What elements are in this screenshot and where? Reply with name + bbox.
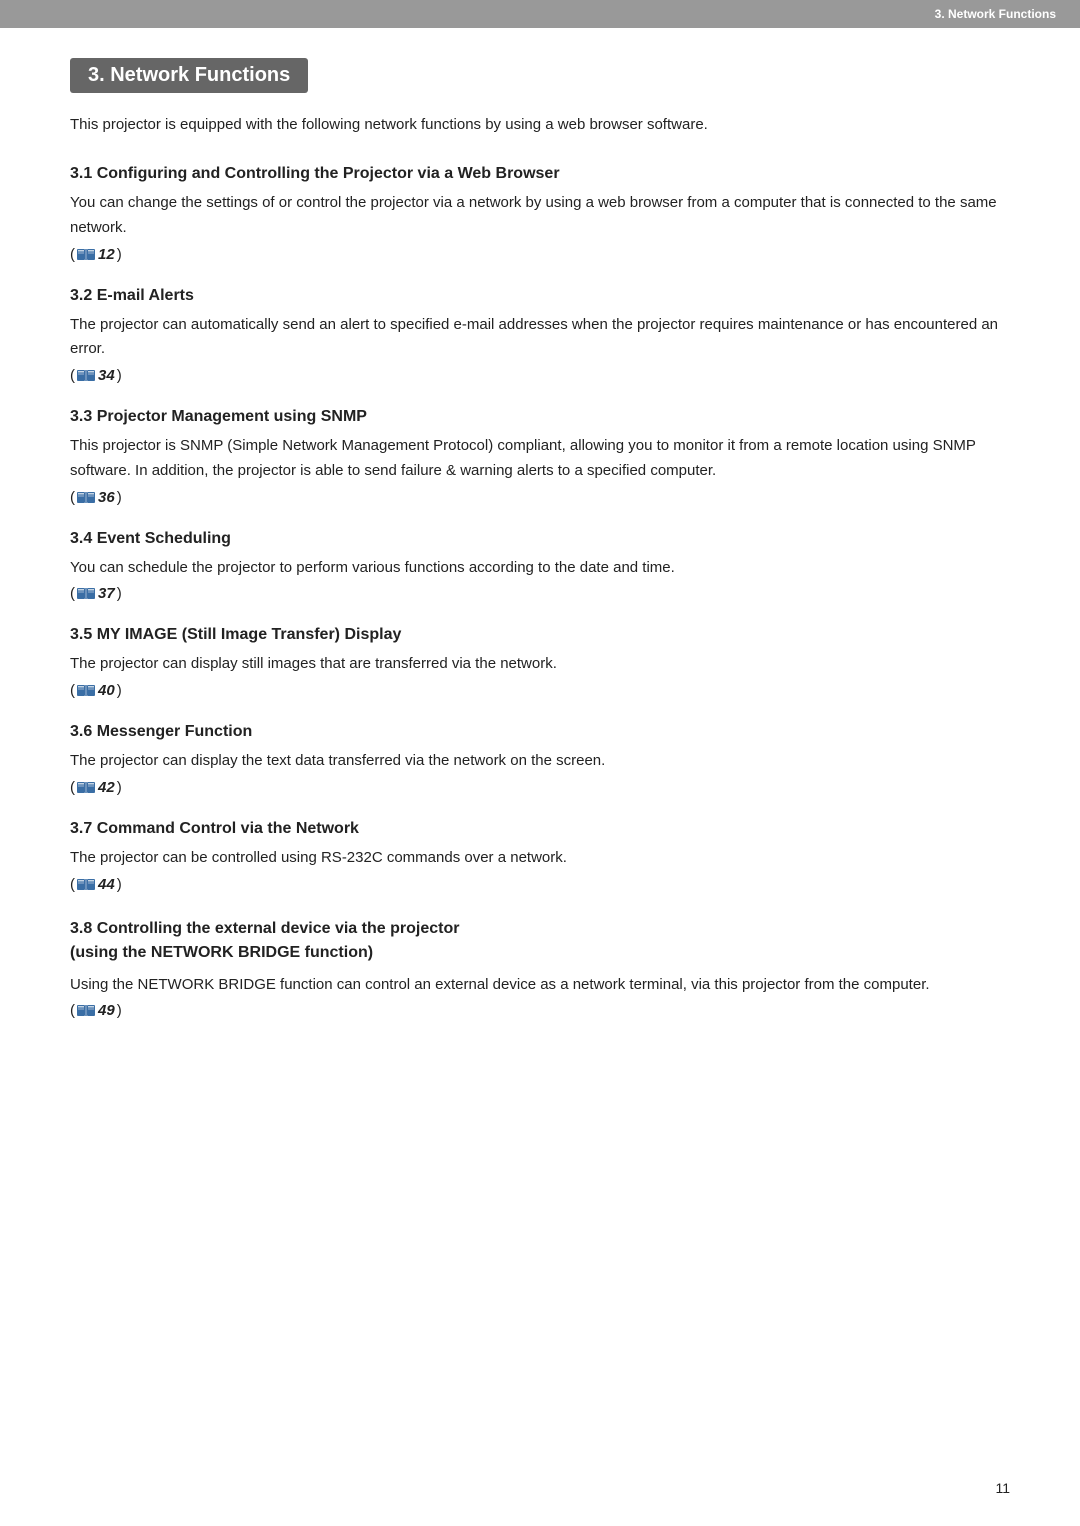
section-3-7-title: 3.7 Command Control via the Network bbox=[70, 820, 1010, 838]
section-3-5-title: 3.5 MY IMAGE (Still Image Transfer) Disp… bbox=[70, 626, 1010, 644]
section-3-5-body: The projector can display still images t… bbox=[70, 652, 1010, 677]
section-3-8-body: Using the NETWORK BRIDGE function can co… bbox=[70, 973, 1010, 998]
book-icon-3-8 bbox=[77, 1004, 95, 1017]
page-number: 11 bbox=[995, 1480, 1010, 1496]
section-3-7-body: The projector can be controlled using RS… bbox=[70, 846, 1010, 871]
book-icon-3-1 bbox=[77, 248, 95, 261]
section-3-2-ref-num: 34 bbox=[98, 367, 115, 384]
header-bar-text: 3. Network Functions bbox=[935, 7, 1056, 21]
section-3-4-body: You can schedule the projector to perfor… bbox=[70, 556, 1010, 581]
section-3-3-body: This projector is SNMP (Simple Network M… bbox=[70, 434, 1010, 484]
section-3-8-ref: ( 49) bbox=[70, 1002, 122, 1019]
book-icon-3-7 bbox=[77, 878, 95, 891]
chapter-title: 3. Network Functions bbox=[88, 64, 290, 86]
section-3-5-ref: ( 40) bbox=[70, 682, 122, 699]
section-3-5: 3.5 MY IMAGE (Still Image Transfer) Disp… bbox=[70, 626, 1010, 699]
section-3-4-title: 3.4 Event Scheduling bbox=[70, 530, 1010, 548]
book-icon-3-6 bbox=[77, 781, 95, 794]
section-3-7-ref: ( 44) bbox=[70, 876, 122, 893]
section-3-8: 3.8 Controlling the external device via … bbox=[70, 917, 1010, 1020]
section-3-8-title: 3.8 Controlling the external device via … bbox=[70, 917, 1010, 965]
book-icon-3-3 bbox=[77, 491, 95, 504]
section-3-1-body: You can change the settings of or contro… bbox=[70, 191, 1010, 241]
section-3-7: 3.7 Command Control via the Network The … bbox=[70, 820, 1010, 893]
page-content: 3. Network Functions This projector is e… bbox=[0, 28, 1080, 1103]
header-bar: 3. Network Functions bbox=[0, 0, 1080, 28]
section-3-6-body: The projector can display the text data … bbox=[70, 749, 1010, 774]
section-3-2: 3.2 E-mail Alerts The projector can auto… bbox=[70, 287, 1010, 385]
section-3-6: 3.6 Messenger Function The projector can… bbox=[70, 723, 1010, 796]
section-3-3-title: 3.3 Projector Management using SNMP bbox=[70, 408, 1010, 426]
section-3-4: 3.4 Event Scheduling You can schedule th… bbox=[70, 530, 1010, 603]
book-icon-3-5 bbox=[77, 684, 95, 697]
section-3-5-ref-num: 40 bbox=[98, 682, 115, 699]
section-3-2-title: 3.2 E-mail Alerts bbox=[70, 287, 1010, 305]
section-3-6-title: 3.6 Messenger Function bbox=[70, 723, 1010, 741]
section-3-1-title: 3.1 Configuring and Controlling the Proj… bbox=[70, 165, 1010, 183]
section-3-2-ref: ( 34) bbox=[70, 367, 122, 384]
section-3-3-ref: ( 36) bbox=[70, 489, 122, 506]
chapter-heading-box: 3. Network Functions bbox=[70, 58, 308, 93]
section-3-1: 3.1 Configuring and Controlling the Proj… bbox=[70, 165, 1010, 263]
section-3-6-ref: ( 42) bbox=[70, 779, 122, 796]
section-3-1-ref: ( 12) bbox=[70, 246, 122, 263]
section-3-3-ref-num: 36 bbox=[98, 489, 115, 506]
section-3-1-ref-num: 12 bbox=[98, 246, 115, 263]
section-3-7-ref-num: 44 bbox=[98, 876, 115, 893]
section-3-4-ref: ( 37) bbox=[70, 585, 122, 602]
section-3-8-ref-num: 49 bbox=[98, 1002, 115, 1019]
intro-text: This projector is equipped with the foll… bbox=[70, 113, 1010, 137]
book-icon-3-2 bbox=[77, 369, 95, 382]
book-icon-3-4 bbox=[77, 587, 95, 600]
section-3-6-ref-num: 42 bbox=[98, 779, 115, 796]
section-3-2-body: The projector can automatically send an … bbox=[70, 313, 1010, 363]
section-3-4-ref-num: 37 bbox=[98, 585, 115, 602]
section-3-3: 3.3 Projector Management using SNMP This… bbox=[70, 408, 1010, 506]
